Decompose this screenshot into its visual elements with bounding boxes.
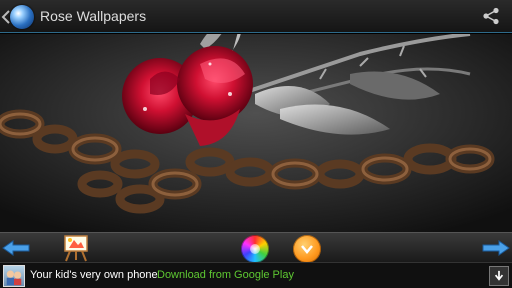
- rose-chain-illustration: [0, 34, 512, 232]
- arrow-left-icon[interactable]: [2, 240, 30, 256]
- ad-text: Your kid's very own phone: [30, 269, 158, 281]
- download-arrow-icon[interactable]: [489, 266, 509, 286]
- arrow-right-icon[interactable]: [482, 240, 510, 256]
- ad-banner[interactable]: Your kid's very own phone Download from …: [0, 262, 512, 288]
- globe-icon[interactable]: [10, 5, 34, 29]
- download-icon[interactable]: [293, 235, 321, 263]
- color-wheel-icon[interactable]: [241, 235, 269, 263]
- share-icon[interactable]: [482, 7, 500, 25]
- page-title: Rose Wallpapers: [40, 8, 147, 24]
- action-bar: Rose Wallpapers: [0, 0, 512, 33]
- easel-icon[interactable]: [60, 234, 92, 262]
- bottom-toolbar: [0, 232, 512, 263]
- ad-thumbnail: [3, 265, 25, 287]
- ad-download-link[interactable]: Download from Google Play: [157, 269, 294, 281]
- wallpaper-image[interactable]: [0, 34, 512, 232]
